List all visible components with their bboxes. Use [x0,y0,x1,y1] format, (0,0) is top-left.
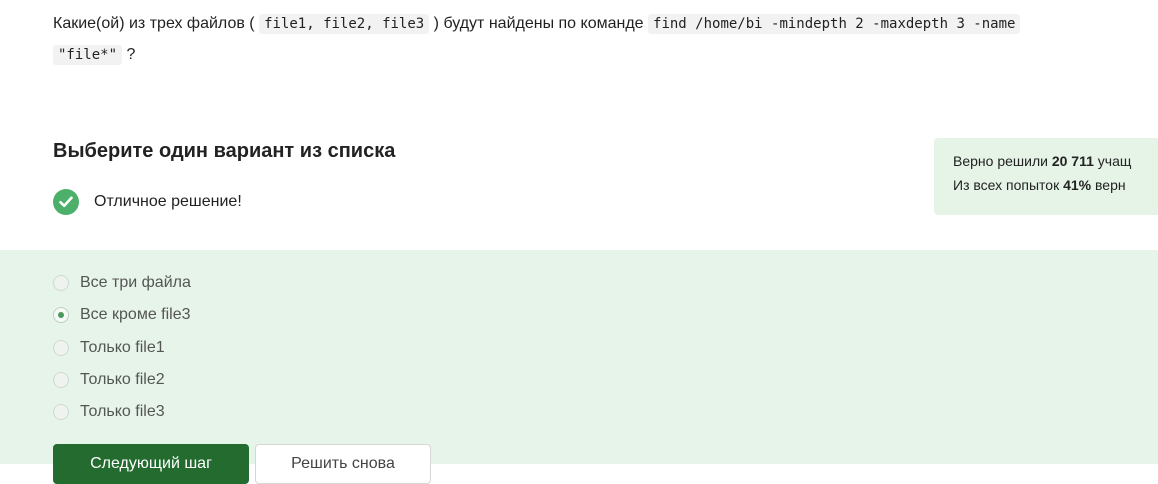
option-only-file3[interactable]: Только file3 [53,400,165,424]
question-text: Какие(ой) из трех файлов ( file1, file2,… [53,8,1158,70]
solve-again-button[interactable]: Решить снова [255,444,431,484]
question-suffix: ? [122,46,136,63]
radio-icon[interactable] [53,340,69,356]
question-middle: ) будут найдены по команде [429,15,649,32]
option-label: Только file3 [80,403,165,420]
files-code: file1, file2, file3 [259,14,430,34]
next-step-button[interactable]: Следующий шаг [53,444,249,484]
command-code: find /home/bi -mindepth 2 -maxdepth 3 -n… [648,14,1021,34]
stats-attempts: Из всех попыток 41% верн [953,173,1158,197]
radio-icon[interactable] [53,275,69,291]
radio-icon[interactable] [53,372,69,388]
check-circle-icon [53,189,79,215]
stats-panel: Верно решили 20 711 учащ Из всех попыток… [934,138,1158,215]
option-only-file2[interactable]: Только file2 [53,368,165,392]
feedback-text: Отличное решение! [94,193,242,210]
feedback-message: Отличное решение! [53,189,242,215]
option-all-except-file3[interactable]: Все кроме file3 [53,303,191,327]
option-label: Все кроме file3 [80,306,191,323]
radio-icon[interactable] [53,404,69,420]
stats-solved-label: Верно решили [953,153,1052,169]
pattern-code: "file*" [53,45,123,65]
stats-attempts-suffix: верн [1091,177,1126,193]
option-label: Только file2 [80,371,165,388]
section-title: Выберите один вариант из списка [53,140,396,162]
option-label: Только file1 [80,339,165,356]
stats-solved: Верно решили 20 711 учащ [953,149,1158,173]
option-only-file1[interactable]: Только file1 [53,336,165,360]
question-line-2: "file*" ? [53,39,1158,70]
stats-solved-suffix: учащ [1093,153,1132,169]
stats-attempts-percent: 41% [1063,177,1092,193]
stats-solved-count: 20 711 [1051,153,1094,169]
question-line-1: Какие(ой) из трех файлов ( file1, file2,… [53,8,1158,39]
option-all-three[interactable]: Все три файла [53,271,191,295]
stats-attempts-label: Из всех попыток [953,177,1064,193]
radio-checked-icon[interactable] [53,307,69,323]
question-prefix: Какие(ой) из трех файлов ( [53,15,260,32]
option-label: Все три файла [80,274,191,291]
